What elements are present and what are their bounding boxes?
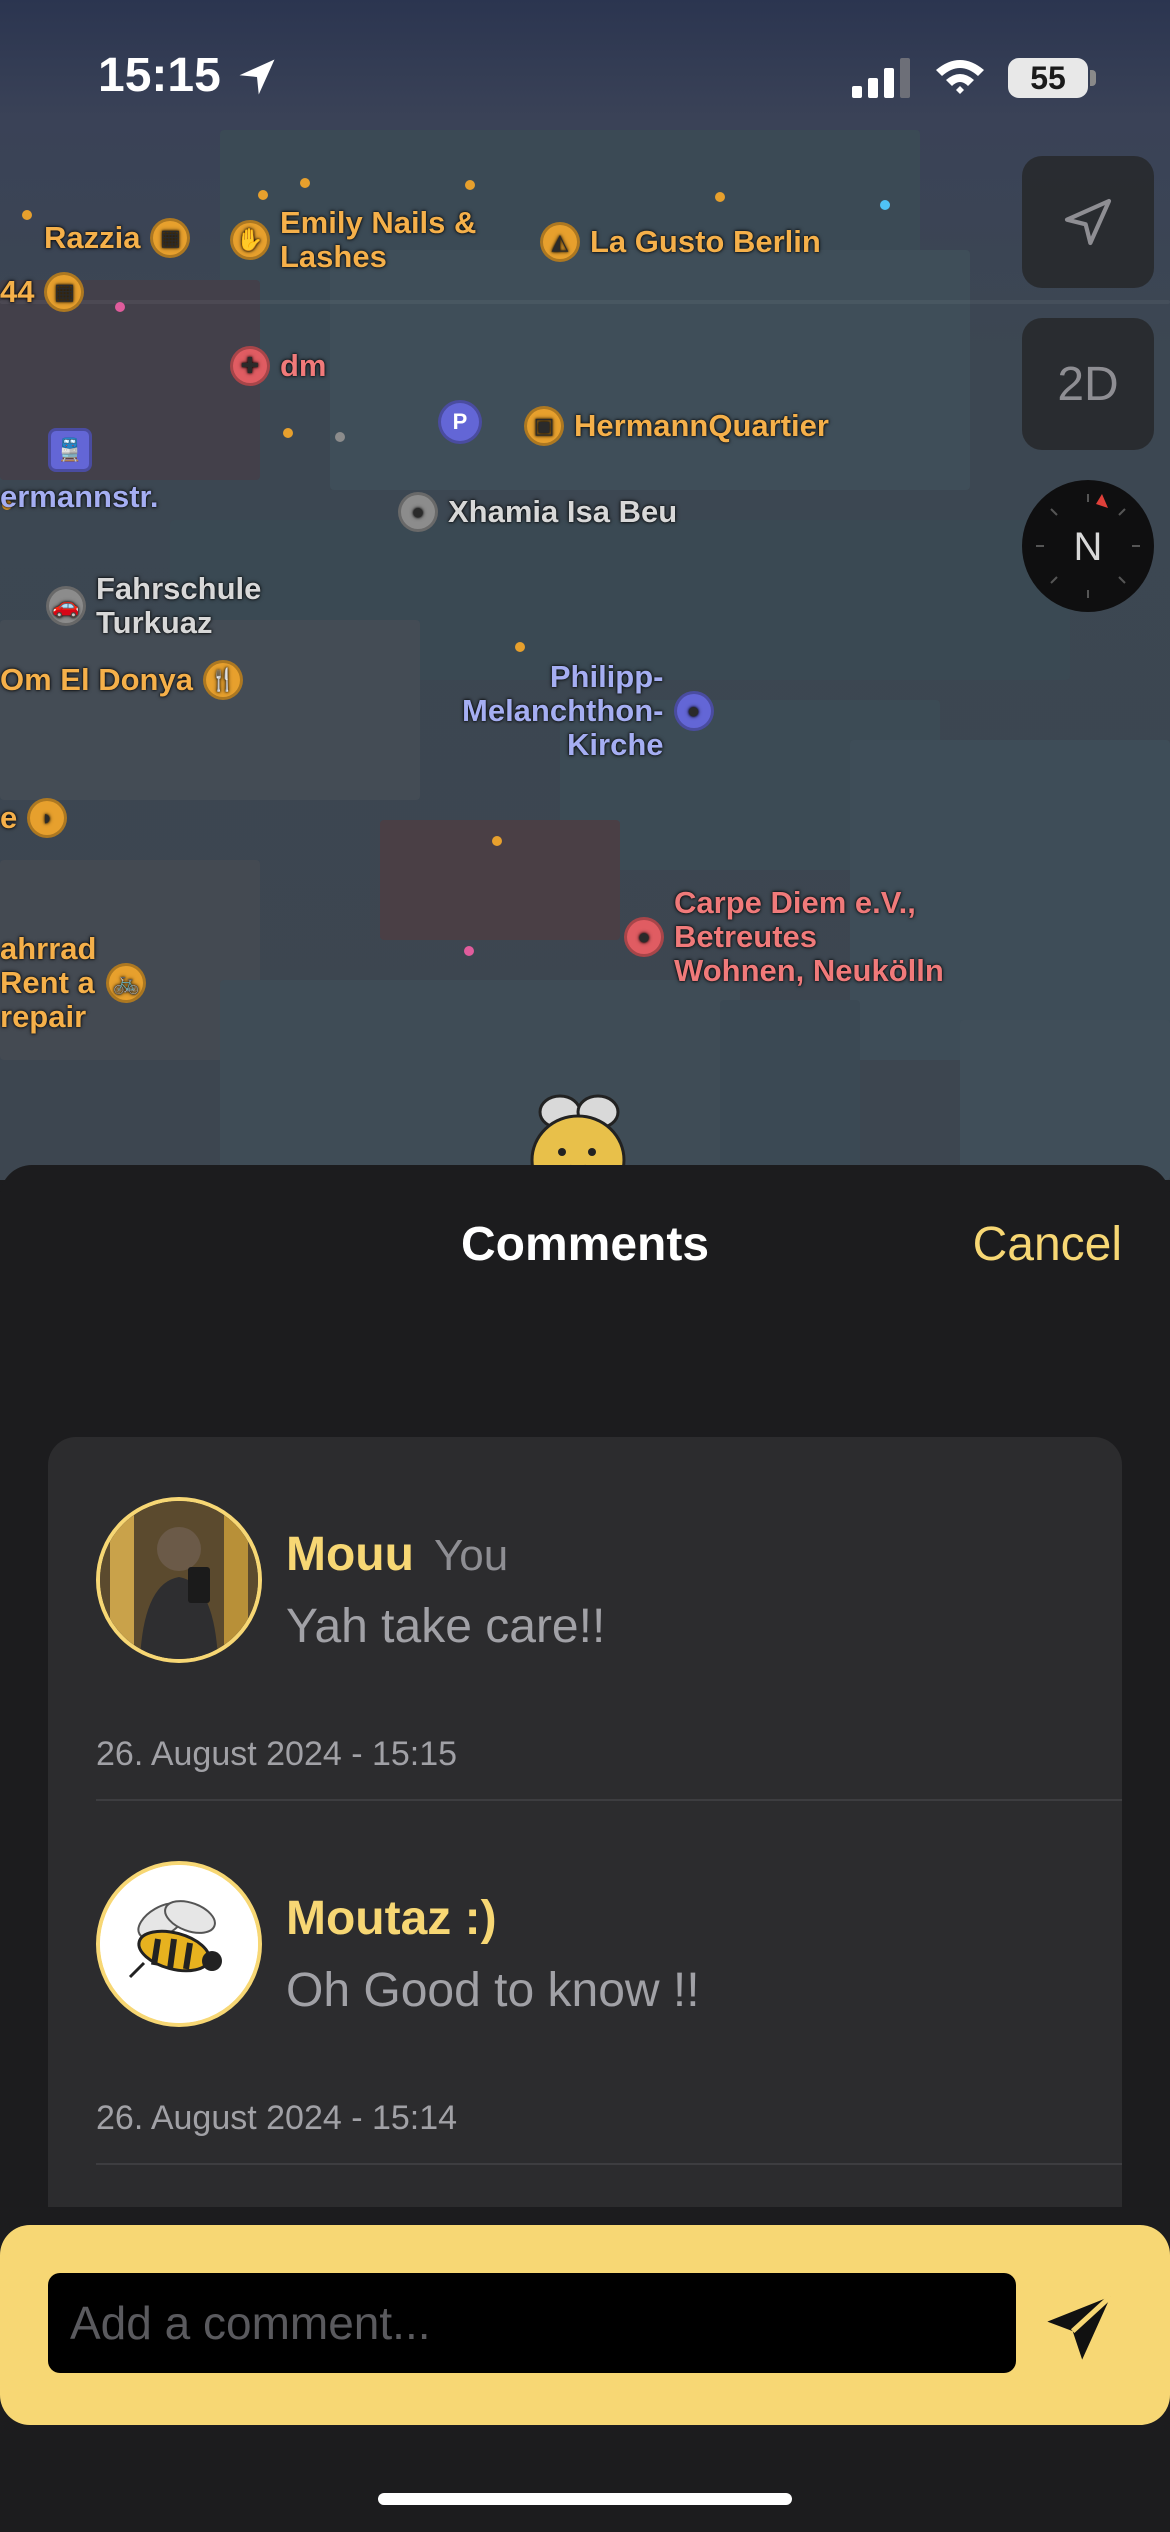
parking-icon[interactable]: P bbox=[438, 400, 482, 444]
divider bbox=[96, 2163, 1122, 2165]
comment-text: Oh Good to know !! bbox=[286, 1964, 700, 2017]
comment-item: Mouu You Yah take care!! 26. August 2024 … bbox=[48, 1437, 1122, 1801]
comment-text: Yah take care!! bbox=[286, 1600, 606, 1653]
location-arrow-icon bbox=[1064, 198, 1112, 246]
cancel-button[interactable]: Cancel bbox=[973, 1217, 1122, 1272]
poi-fahrschule[interactable]: 🚗 Fahrschule Turkuaz bbox=[46, 572, 261, 640]
restaurant-icon: 🍴 bbox=[202, 660, 243, 700]
building bbox=[220, 980, 740, 1180]
poi-label: Emily Nails & Lashes bbox=[280, 205, 477, 274]
poi-label: Carpe Diem e.V., Betreutes Wohnen, Neukö… bbox=[674, 885, 944, 988]
poi-label: La Gusto Berlin bbox=[590, 224, 821, 259]
poi-label: Xhamia Isa Beu bbox=[448, 494, 678, 529]
map-dot bbox=[465, 180, 475, 190]
building bbox=[0, 620, 420, 800]
poi-label: ahrrad Rent a repair bbox=[0, 931, 97, 1034]
map-dot bbox=[22, 210, 32, 220]
send-icon bbox=[1047, 2294, 1113, 2360]
2d-toggle-button[interactable]: 2D bbox=[1022, 318, 1154, 450]
shopping-icon: ▣ bbox=[524, 406, 564, 446]
comments-list[interactable]: Mouu You Yah take care!! 26. August 2024 … bbox=[48, 1437, 1122, 2207]
poi-label: Fahrschule Turkuaz bbox=[96, 571, 262, 640]
location-services-icon bbox=[239, 59, 275, 95]
poi-label: Om El Donya bbox=[0, 662, 193, 697]
compass-button[interactable]: N bbox=[1022, 480, 1154, 612]
home-indicator[interactable] bbox=[378, 2493, 792, 2505]
place-icon: ● bbox=[398, 492, 438, 532]
comment-input-bar bbox=[0, 2225, 1170, 2425]
poi-label: dm bbox=[280, 348, 327, 383]
map-dot bbox=[335, 432, 345, 442]
locate-button[interactable] bbox=[1022, 156, 1154, 288]
poi-carpe-diem[interactable]: ● Carpe Diem e.V., Betreutes Wohnen, Neu… bbox=[624, 886, 944, 988]
map-dot bbox=[283, 428, 293, 438]
poi-fahrrad[interactable]: ahrrad Rent a repair 🚲 bbox=[0, 931, 147, 1034]
author-name: Mouu bbox=[286, 1528, 414, 1581]
place-icon: ● bbox=[624, 917, 664, 957]
avatar[interactable] bbox=[96, 1861, 262, 2027]
status-time: 15:15 bbox=[98, 49, 221, 102]
building bbox=[960, 1020, 1170, 1180]
poi-emily-nails[interactable]: ✋ Emily Nails & Lashes bbox=[230, 206, 476, 274]
battery-nub bbox=[1090, 70, 1096, 86]
building bbox=[330, 250, 970, 490]
send-button[interactable] bbox=[1036, 2285, 1122, 2371]
poi-label: e bbox=[0, 800, 18, 835]
poi-razzia[interactable]: Razzia ▦ bbox=[44, 218, 191, 258]
compass-icon: N bbox=[1036, 494, 1140, 598]
poi-label: Razzia bbox=[44, 220, 141, 255]
map-dot bbox=[115, 302, 125, 312]
comment-author[interactable]: Mouu You bbox=[286, 1527, 508, 1582]
2d-label: 2D bbox=[1057, 357, 1119, 411]
poi-la-gusto[interactable]: ◭ La Gusto Berlin bbox=[540, 222, 821, 262]
map-dot bbox=[715, 192, 725, 202]
poi-hermannquartier[interactable]: ▣ HermannQuartier bbox=[524, 406, 829, 446]
building bbox=[720, 1000, 860, 1180]
avatar[interactable] bbox=[96, 1497, 262, 1663]
car-icon: 🚗 bbox=[46, 586, 86, 626]
poi-label: ermannstr. bbox=[0, 479, 159, 514]
poi-bakery[interactable]: e ◗ bbox=[0, 798, 68, 838]
street-line bbox=[0, 300, 1170, 304]
pizza-icon: ◭ bbox=[540, 222, 580, 262]
bakery-icon: ◗ bbox=[27, 798, 68, 838]
poi-om-el-donya[interactable]: Om El Donya 🍴 bbox=[0, 660, 243, 700]
you-tag: You bbox=[433, 1531, 509, 1580]
pharmacy-icon: ✚ bbox=[230, 346, 270, 386]
map-dot bbox=[492, 836, 502, 846]
map-dot bbox=[515, 642, 525, 652]
map-dot bbox=[300, 178, 310, 188]
poi-xhamia[interactable]: ● Xhamia Isa Beu bbox=[398, 492, 677, 532]
wifi-icon bbox=[936, 60, 984, 94]
bee-icon bbox=[100, 1865, 258, 2023]
comment-item: Moutaz :) Oh Good to know !! 26. August … bbox=[48, 1801, 1122, 2165]
church-icon: ● bbox=[673, 691, 714, 731]
battery-indicator: 55 bbox=[1008, 58, 1088, 98]
poi-label: HermannQuartier bbox=[574, 408, 829, 443]
author-name: Moutaz :) bbox=[286, 1892, 497, 1945]
comment-timestamp: 26. August 2024 - 15:14 bbox=[96, 2099, 458, 2137]
comment-input[interactable] bbox=[48, 2273, 1016, 2373]
status-bar: 15:15 55 bbox=[0, 0, 1170, 150]
comment-timestamp: 26. August 2024 - 15:15 bbox=[96, 1735, 458, 1773]
map-dot bbox=[464, 946, 474, 956]
nails-icon: ✋ bbox=[230, 220, 270, 260]
poi-dm[interactable]: ✚ dm bbox=[230, 346, 327, 386]
map-dot bbox=[258, 190, 268, 200]
poi-44[interactable]: 44 ▦ bbox=[0, 272, 85, 312]
poi-hermannstr[interactable]: ermannstr. bbox=[0, 480, 159, 514]
poi-label: 44 bbox=[0, 274, 35, 309]
map-view[interactable]: Razzia ▦ ✋ Emily Nails & Lashes ◭ La Gus… bbox=[0, 0, 1170, 1180]
svg-text:N: N bbox=[1074, 525, 1103, 569]
bicycle-icon: 🚲 bbox=[106, 963, 147, 1003]
train-icon[interactable]: 🚆 bbox=[48, 428, 92, 472]
user-photo-icon bbox=[100, 1501, 258, 1659]
poi-label: Philipp- Melanchthon- Kirche bbox=[462, 659, 664, 762]
shop-icon: ▦ bbox=[150, 218, 191, 258]
poi-kirche[interactable]: Philipp- Melanchthon- Kirche ● bbox=[462, 660, 714, 762]
cellular-signal-icon bbox=[852, 58, 910, 98]
map-dot bbox=[880, 200, 890, 210]
comment-author[interactable]: Moutaz :) bbox=[286, 1891, 517, 1946]
shop-icon: ▦ bbox=[44, 272, 85, 312]
